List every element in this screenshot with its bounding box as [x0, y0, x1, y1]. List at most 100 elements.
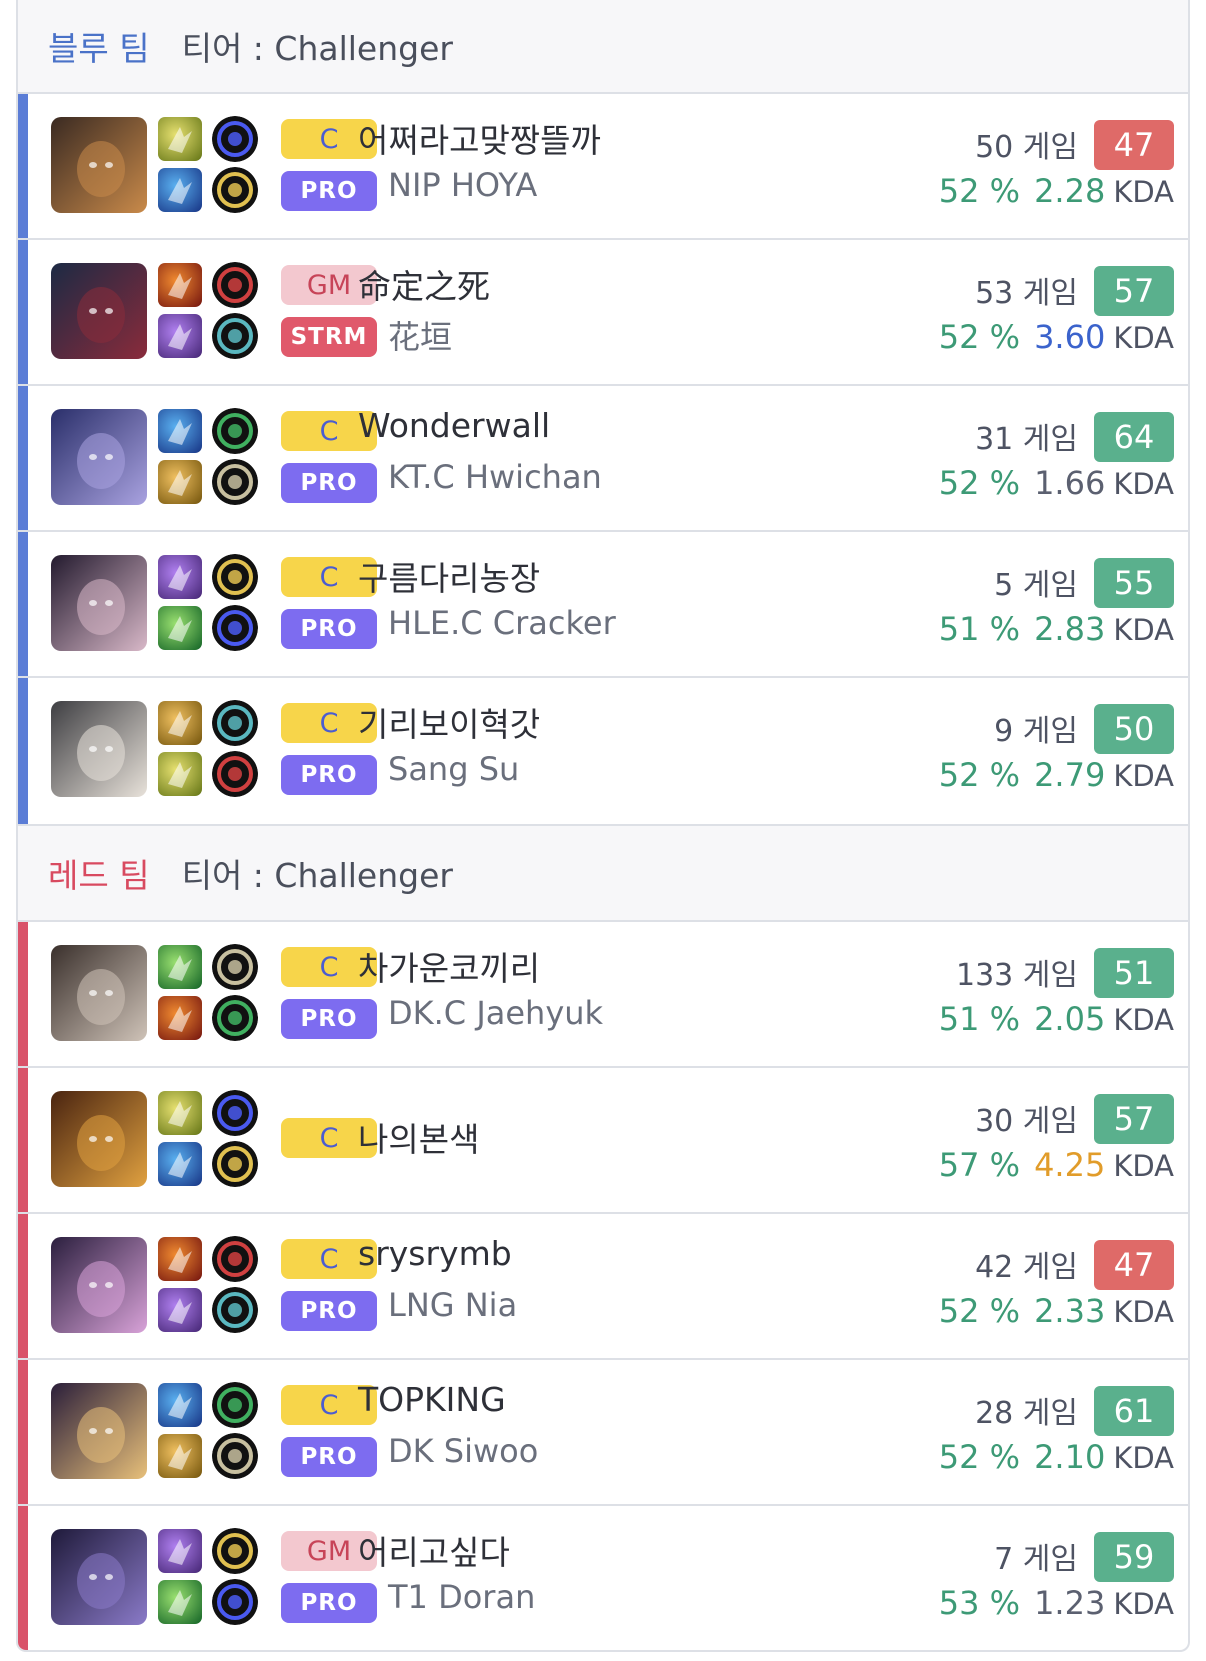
keystone-rune-icon[interactable] [212, 408, 258, 454]
kda-value: 4.25 [1034, 1146, 1106, 1184]
summoner-name[interactable]: 차가운코끼리 [358, 942, 540, 990]
pro-badge: PRO [281, 609, 377, 649]
secondary-rune-icon[interactable] [212, 313, 258, 359]
secondary-rune-icon[interactable] [212, 167, 258, 213]
player-row[interactable]: C 나의본색 30 게임 57 57 % 4.25 KDA [18, 1068, 1188, 1214]
player-row[interactable]: C Wonderwall PRO KT.C Hwichan 31 게임 64 52 % 1.6… [18, 386, 1188, 532]
kda-value: 3.60 [1034, 318, 1106, 356]
team-side-bar [18, 1360, 28, 1504]
champion-portrait[interactable] [51, 1383, 147, 1479]
secondary-rune-icon[interactable] [212, 1433, 258, 1479]
games-played: 31 게임 [975, 422, 1078, 457]
score-badge: 55 [1094, 558, 1174, 608]
ignite-spell-icon[interactable] [158, 1142, 202, 1186]
secondary-rune-icon[interactable] [212, 459, 258, 505]
team-side-bar [18, 240, 28, 384]
player-row[interactable]: C 차가운코끼리 PRO DK.C Jaehyuk 133 게임 51 51 % 2.05 KD… [18, 922, 1188, 1068]
keystone-rune-icon[interactable] [212, 1090, 258, 1136]
keystone-rune-icon[interactable] [212, 262, 258, 308]
keystone-rune-icon[interactable] [212, 1528, 258, 1574]
barrier-spell-icon[interactable] [158, 752, 202, 796]
games-played: 28 게임 [975, 1396, 1078, 1431]
keystone-rune-icon[interactable] [212, 944, 258, 990]
champion-portrait[interactable] [51, 1091, 147, 1187]
ignite-spell-icon[interactable] [158, 263, 202, 307]
pro-badge: STRM [281, 317, 377, 357]
pro-player-name[interactable]: HLE.C Cracker [388, 604, 616, 642]
secondary-rune-icon[interactable] [212, 1579, 258, 1625]
teleport-spell-icon[interactable] [158, 409, 202, 453]
barrier-spell-icon[interactable] [158, 1237, 202, 1281]
champion-portrait[interactable] [51, 409, 147, 505]
ghost-spell-icon[interactable] [158, 314, 202, 358]
player-row[interactable]: C 어쩌라고맞짱뜰까 PRO NIP HOYA 50 게임 47 52 % 2.28 KDA [18, 94, 1188, 240]
pro-player-name[interactable]: LNG Nia [388, 1286, 517, 1324]
team-comparison-panel: 블루 팀 티어 : Challenger C 어쩌라고맞짱뜰까 PRO NIP … [16, 0, 1190, 1652]
summoner-name[interactable]: 어리고싶다 [358, 1526, 510, 1574]
summoner-name[interactable]: Wonderwall [358, 406, 550, 445]
champion-portrait[interactable] [51, 555, 147, 651]
secondary-rune-icon[interactable] [212, 605, 258, 651]
player-row[interactable]: C TOPKING PRO DK Siwoo 28 게임 61 52 % 2.10 KDA [18, 1360, 1188, 1506]
champion-portrait[interactable] [51, 263, 147, 359]
secondary-rune-icon[interactable] [212, 1287, 258, 1333]
keystone-rune-icon[interactable] [212, 700, 258, 746]
pro-player-name[interactable]: NIP HOYA [388, 166, 537, 204]
exhaust-spell-icon[interactable] [158, 945, 202, 989]
ignite-spell-icon[interactable] [158, 1529, 202, 1573]
flash-spell-icon[interactable] [158, 117, 202, 161]
keystone-rune-icon[interactable] [212, 116, 258, 162]
summoner-name[interactable]: srysrymb [358, 1234, 512, 1273]
keystone-rune-icon[interactable] [212, 1382, 258, 1428]
player-row[interactable]: C 기리보이혁갓 PRO Sang Su 9 게임 50 52 % 2.79 KDA [18, 678, 1188, 824]
stats-line: 51 % 2.05 KDA [939, 1000, 1174, 1038]
secondary-rune-icon[interactable] [212, 995, 258, 1041]
win-rate: 57 % [938, 1146, 1021, 1184]
summoner-name[interactable]: TOPKING [358, 1380, 506, 1419]
summoner-name[interactable]: 命定之死 [358, 260, 490, 308]
keystone-rune-icon[interactable] [212, 554, 258, 600]
stats-line: 52 % 2.33 KDA [939, 1292, 1174, 1330]
exhaust-spell-icon[interactable] [158, 460, 202, 504]
stats-line: 52 % 2.79 KDA [939, 756, 1174, 794]
summoner-name[interactable]: 기리보이혁갓 [358, 698, 540, 746]
champion-portrait[interactable] [51, 701, 147, 797]
champion-portrait[interactable] [51, 1237, 147, 1333]
pro-player-name[interactable]: KT.C Hwichan [388, 458, 602, 496]
secondary-rune-icon[interactable] [212, 1141, 258, 1187]
champion-portrait[interactable] [51, 945, 147, 1041]
pro-player-name[interactable]: T1 Doran [388, 1578, 535, 1616]
smite-spell-icon[interactable] [158, 1434, 202, 1478]
heal-spell-icon[interactable] [158, 606, 202, 650]
pro-player-name[interactable]: DK.C Jaehyuk [388, 994, 603, 1032]
keystone-rune-icon[interactable] [212, 1236, 258, 1282]
ghost-spell-icon[interactable] [158, 701, 202, 745]
summoner-name[interactable]: 어쩌라고맞짱뜰까 [358, 114, 601, 162]
pro-player-name[interactable]: 花垣 [388, 312, 452, 358]
champion-portrait[interactable] [51, 117, 147, 213]
smite-spell-icon[interactable] [158, 555, 202, 599]
win-rate: 51 % [938, 610, 1021, 648]
summoner-name[interactable]: 구름다리농장 [358, 552, 540, 600]
heal-spell-icon[interactable] [158, 1091, 202, 1135]
stats-line: 53 % 1.23 KDA [939, 1584, 1174, 1622]
player-row[interactable]: C 구름다리농장 PRO HLE.C Cracker 5 게임 55 51 % 2.83 KDA [18, 532, 1188, 678]
flash-spell-icon[interactable] [158, 1383, 202, 1427]
flash-spell-icon[interactable] [158, 996, 202, 1040]
teleport-spell-icon[interactable] [158, 1288, 202, 1332]
summoner-name[interactable]: 나의본색 [358, 1113, 479, 1161]
team-side-bar [18, 1068, 28, 1212]
secondary-rune-icon[interactable] [212, 751, 258, 797]
team-side-bar [18, 1214, 28, 1358]
blue-team-roster: C 어쩌라고맞짱뜰까 PRO NIP HOYA 50 게임 47 52 % 2.28 KDA [18, 94, 1188, 824]
ghost-spell-icon[interactable] [158, 1580, 202, 1624]
champion-portrait[interactable] [51, 1529, 147, 1625]
pro-player-name[interactable]: DK Siwoo [388, 1432, 538, 1470]
pro-player-name[interactable]: Sang Su [388, 750, 519, 788]
win-rate: 52 % [938, 756, 1021, 794]
player-row[interactable]: GM 어리고싶다 PRO T1 Doran 7 게임 59 53 % 1.23 KDA [18, 1506, 1188, 1650]
player-row[interactable]: GM 命定之死 STRM 花垣 53 게임 57 52 % 3.60 KDA [18, 240, 1188, 386]
kda-label: KDA [1113, 1295, 1174, 1329]
player-row[interactable]: Csrysrymb PRO LNG Nia 42 게임 47 52 % 2.33 KDA [18, 1214, 1188, 1360]
smite-spell-icon[interactable] [158, 168, 202, 212]
